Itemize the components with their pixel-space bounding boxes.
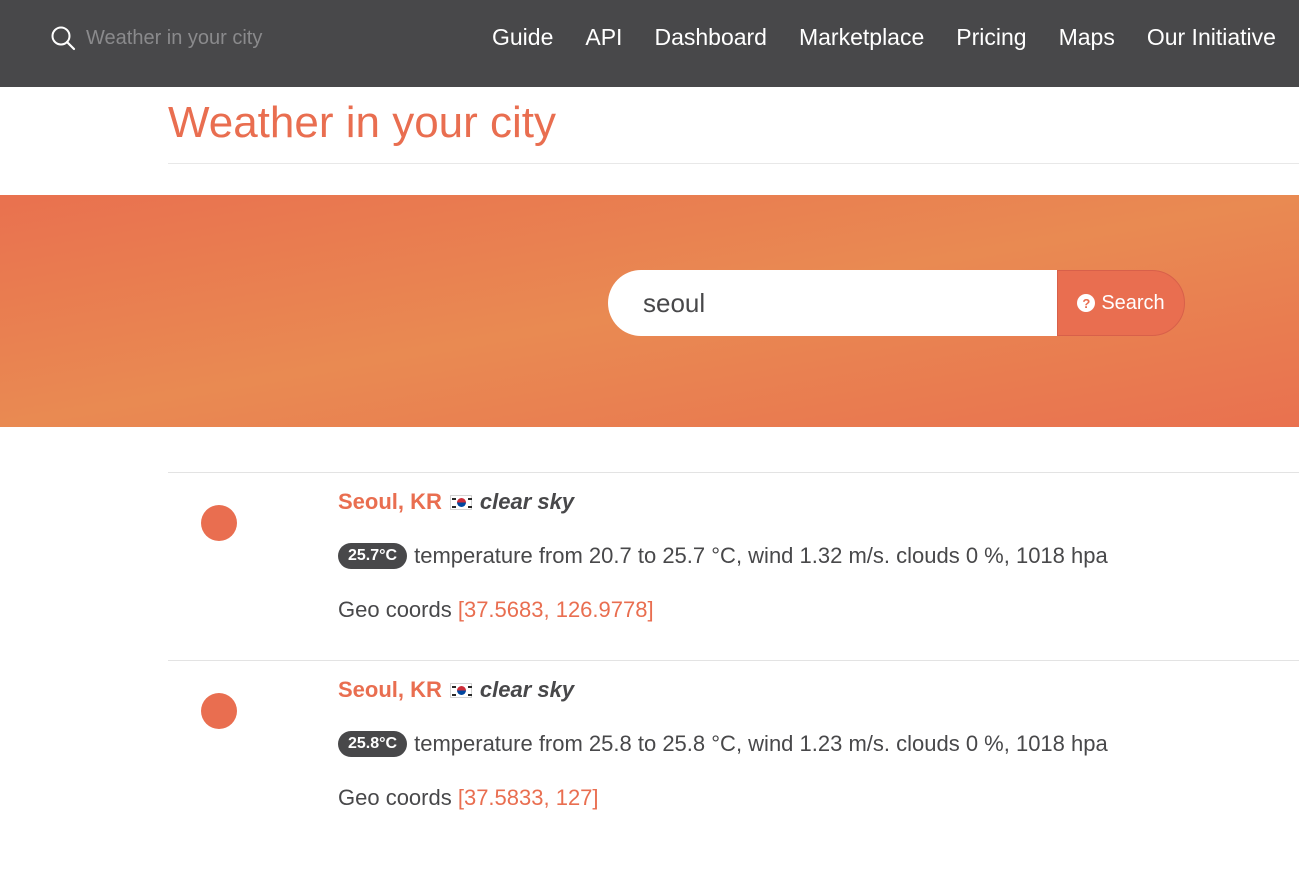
temperature-badge: 25.7°C xyxy=(338,543,408,569)
result-heading: Seoul, KR clear sky xyxy=(338,675,1298,705)
kr-flag-icon xyxy=(449,682,472,698)
nav-marketplace[interactable]: Marketplace xyxy=(783,24,940,51)
result-heading: Seoul, KR clear sky xyxy=(338,487,1298,517)
nav-maps[interactable]: Maps xyxy=(1043,24,1131,51)
weather-description: clear sky xyxy=(479,677,575,702)
top-navbar: Guide API Dashboard Marketplace Pricing … xyxy=(0,0,1299,87)
search-button-label: Search xyxy=(1101,291,1165,314)
nav-dashboard[interactable]: Dashboard xyxy=(638,24,783,51)
kr-flag-icon xyxy=(449,494,472,510)
geo-coords-label: Geo coords xyxy=(338,597,458,622)
geo-coords-line: Geo coords [37.5683, 126.9778] xyxy=(338,595,1298,625)
geo-coords-link[interactable]: [37.5833, 127] xyxy=(458,785,599,810)
weather-icon xyxy=(201,505,237,541)
top-search xyxy=(50,24,346,52)
title-divider xyxy=(168,163,1299,164)
nav-guide[interactable]: Guide xyxy=(476,24,569,51)
weather-icon xyxy=(201,693,237,729)
city-search-input[interactable] xyxy=(608,270,1057,336)
question-circle-icon: ? xyxy=(1077,294,1096,312)
search-button[interactable]: ? Search xyxy=(1057,270,1185,336)
city-search-form: ? Search xyxy=(608,270,1185,336)
page-title: Weather in your city xyxy=(168,98,557,147)
temperature-badge: 25.8°C xyxy=(338,731,408,757)
nav-pricing[interactable]: Pricing xyxy=(940,24,1042,51)
nav-our-initiative[interactable]: Our Initiative xyxy=(1131,24,1292,51)
result-body: Seoul, KR clear sky 25.7°C temperature f… xyxy=(338,487,1298,625)
result-details: 25.7°C temperature from 20.7 to 25.7 °C,… xyxy=(338,541,1298,571)
city-link[interactable]: Seoul, KR xyxy=(338,677,442,703)
city-link[interactable]: Seoul, KR xyxy=(338,489,442,515)
result-body: Seoul, KR clear sky 25.8°C temperature f… xyxy=(338,675,1298,813)
search-icon[interactable] xyxy=(50,25,76,51)
result-row: Seoul, KR clear sky 25.8°C temperature f… xyxy=(168,660,1299,848)
result-details: 25.8°C temperature from 25.8 to 25.8 °C,… xyxy=(338,729,1298,759)
result-row: Seoul, KR clear sky 25.7°C temperature f… xyxy=(168,472,1299,660)
geo-coords-label: Geo coords xyxy=(338,785,458,810)
geo-coords-link[interactable]: [37.5683, 126.9778] xyxy=(458,597,654,622)
main-nav: Guide API Dashboard Marketplace Pricing … xyxy=(476,0,1292,74)
weather-description: clear sky xyxy=(479,489,575,514)
nav-api[interactable]: API xyxy=(569,24,638,51)
weather-details: temperature from 20.7 to 25.7 °C, wind 1… xyxy=(414,543,1108,568)
search-banner: ? Search xyxy=(0,195,1299,427)
weather-details: temperature from 25.8 to 25.8 °C, wind 1… xyxy=(414,731,1108,756)
geo-coords-line: Geo coords [37.5833, 127] xyxy=(338,783,1298,813)
top-search-input[interactable] xyxy=(86,26,346,50)
